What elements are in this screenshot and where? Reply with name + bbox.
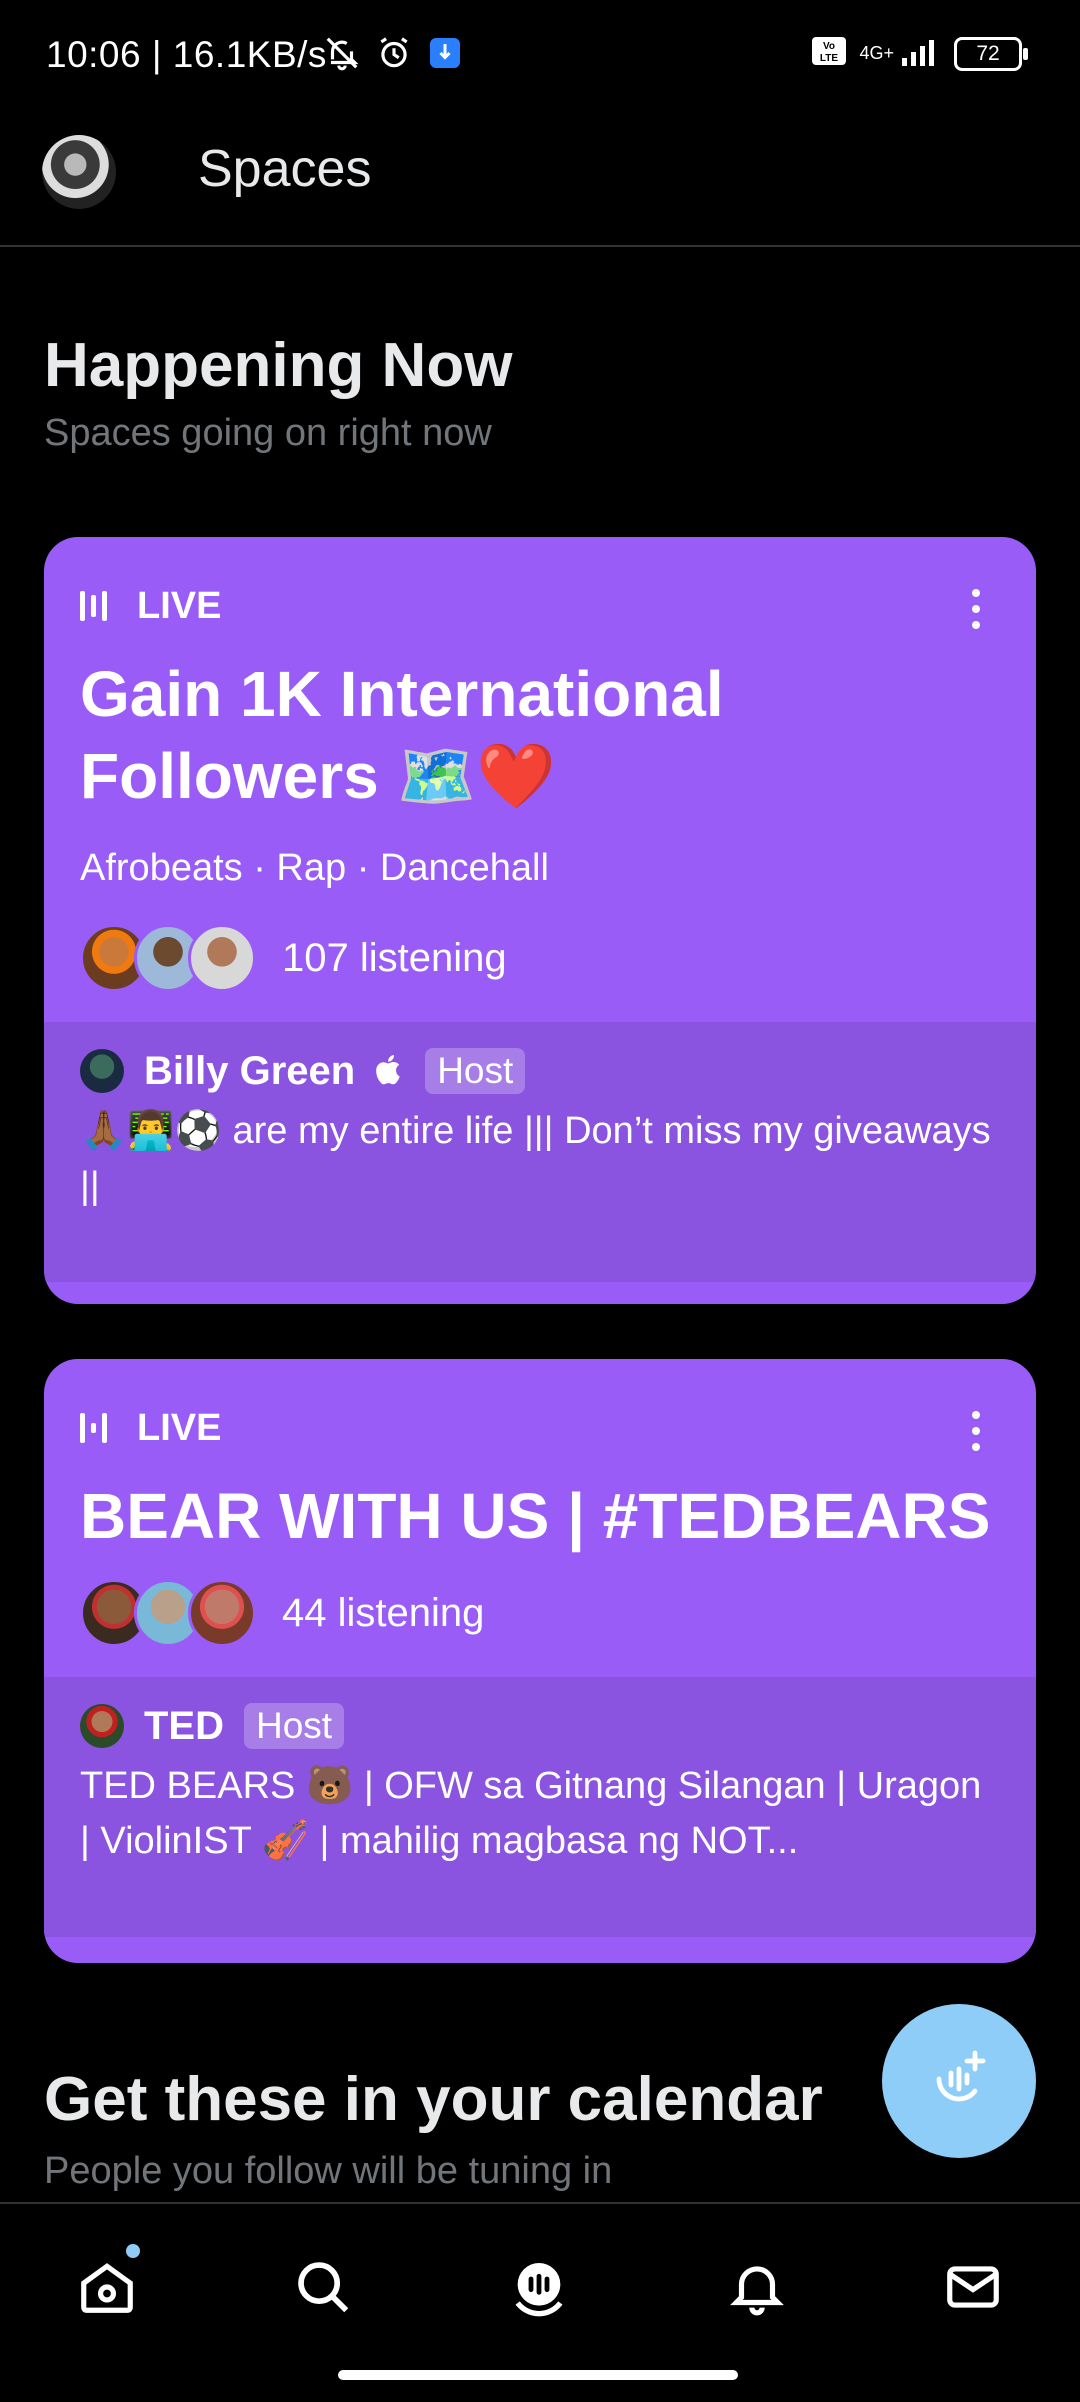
listener-avatar (188, 1579, 256, 1647)
calendar-subtitle: People you follow will be tuning in (44, 2150, 613, 2192)
host-avatar (80, 1704, 124, 1748)
battery-indicator: 72 (954, 36, 1028, 71)
nav-notifications[interactable] (722, 2254, 792, 2324)
status-bar: 10:06 | 16.1KB/s Vo LTE 4G+ 72 (0, 0, 1080, 115)
host-badge: Host (244, 1703, 345, 1749)
home-notification-dot (126, 2244, 140, 2258)
space-card[interactable]: LIVE Gain 1K International Followers 🗺️❤… (44, 537, 1036, 1304)
listener-avatars (80, 1579, 256, 1647)
volte-icon: Vo LTE (811, 35, 847, 72)
space-host-section: Billy Green Host 🙏🏾👨‍💻⚽ are my entire li… (44, 1022, 1036, 1282)
live-indicator: LIVE (80, 1359, 1000, 1457)
listener-avatars (80, 924, 256, 992)
happening-now-subtitle: Spaces going on right now (44, 412, 492, 454)
status-right: Vo LTE 4G+ 72 (811, 34, 1028, 73)
space-host-section: TED Host TED BEARS 🐻 | OFW sa Gitnang Si… (44, 1677, 1036, 1937)
host-avatar (80, 1049, 124, 1093)
space-topics: Afrobeats · Rap · Dancehall (80, 847, 549, 889)
happening-now-title: Happening Now (44, 331, 513, 400)
alarm-icon (375, 34, 413, 77)
app-notification-icon (427, 35, 463, 76)
space-card-main: LIVE Gain 1K International Followers 🗺️❤… (44, 537, 1036, 1022)
space-title: BEAR WITH US | #TEDBEARS (80, 1480, 991, 1552)
space-title: Gain 1K International Followers 🗺️❤️ (80, 658, 724, 812)
calendar-title: Get these in your calendar (44, 2065, 823, 2134)
spaces-plus-icon (927, 2047, 991, 2116)
host-name: Billy Green (144, 1048, 356, 1093)
host-bio: 🙏🏾👨‍💻⚽ are my entire life ||| Don’t miss… (80, 1110, 991, 1207)
space-card[interactable]: LIVE BEAR WITH US | #TEDBEARS 44 listeni… (44, 1359, 1036, 1963)
host-name: TED (144, 1703, 224, 1748)
more-options-icon[interactable] (972, 1411, 980, 1451)
host-row: Billy Green Host (80, 1048, 1000, 1094)
nav-search[interactable] (288, 2254, 358, 2324)
notifications-icon (726, 2256, 788, 2323)
listeners-row: 107 listening (80, 924, 1000, 1022)
nav-spaces[interactable] (504, 2254, 574, 2324)
live-bars-icon (80, 1413, 107, 1443)
nav-home[interactable] (72, 2254, 142, 2324)
apple-icon (375, 1052, 405, 1091)
live-indicator: LIVE (80, 537, 1000, 635)
listening-count: 107 listening (282, 935, 507, 980)
spaces-icon (507, 2255, 571, 2324)
listener-avatar (188, 924, 256, 992)
profile-avatar[interactable] (42, 135, 116, 209)
status-icons (323, 32, 463, 78)
host-row: TED Host (80, 1703, 1000, 1749)
host-badge: Host (425, 1048, 526, 1094)
messages-icon (942, 2256, 1004, 2323)
network-type: 4G+ (859, 43, 894, 63)
svg-text:Vo: Vo (823, 41, 835, 52)
home-indicator[interactable] (338, 2370, 738, 2380)
search-icon (292, 2256, 354, 2323)
mute-bell-icon (323, 34, 361, 77)
live-label: LIVE (137, 1406, 222, 1449)
battery-level: 72 (976, 41, 1000, 65)
space-card-main: LIVE BEAR WITH US | #TEDBEARS 44 listeni… (44, 1359, 1036, 1677)
nav-messages[interactable] (938, 2254, 1008, 2324)
svg-text:LTE: LTE (820, 53, 838, 64)
create-space-button[interactable] (882, 2004, 1036, 2158)
listeners-row: 44 listening (80, 1579, 1000, 1677)
listening-count: 44 listening (282, 1590, 485, 1635)
more-options-icon[interactable] (972, 589, 980, 629)
top-header: Spaces (0, 115, 1080, 247)
host-bio: TED BEARS 🐻 | OFW sa Gitnang Silangan | … (80, 1765, 982, 1862)
signal-icon (900, 34, 942, 73)
live-label: LIVE (137, 584, 222, 627)
live-bars-icon (80, 591, 107, 621)
status-time: 10:06 | 16.1KB/s (46, 34, 327, 75)
home-icon (76, 2256, 138, 2323)
page-title: Spaces (198, 140, 372, 198)
